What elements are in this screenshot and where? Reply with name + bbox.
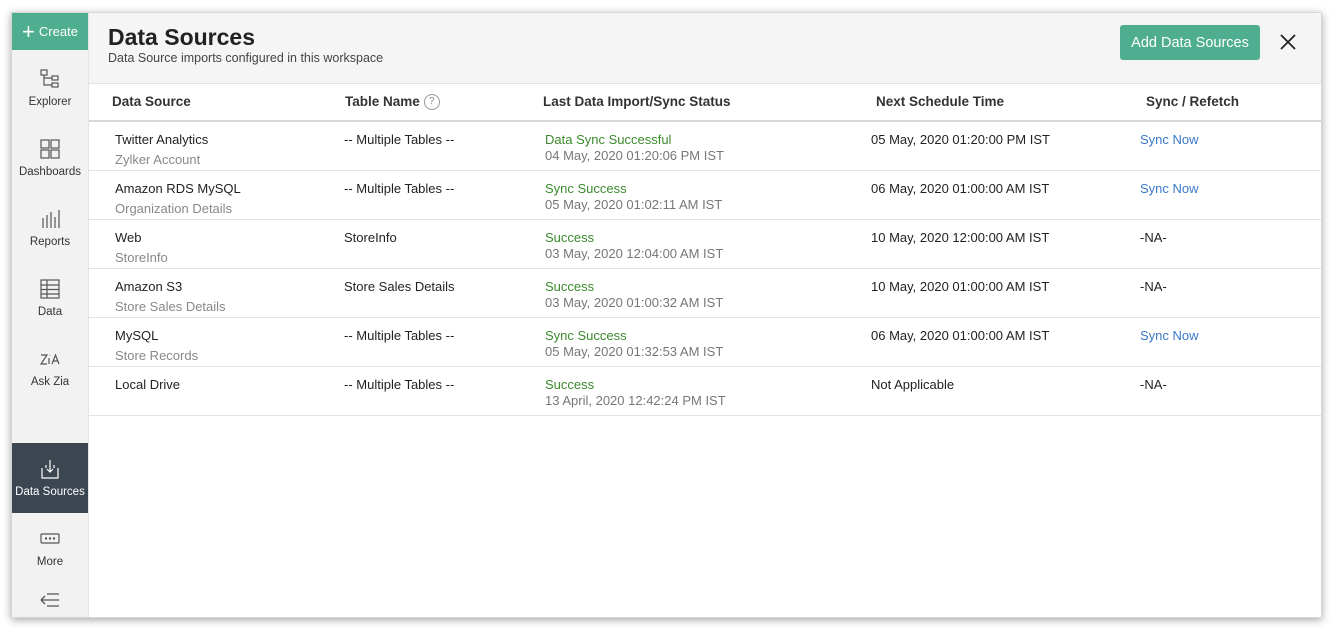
sidebar-item-label: Reports xyxy=(29,236,71,248)
sync-status: Data Sync Successful xyxy=(545,132,672,147)
data-sources-icon xyxy=(41,460,59,479)
data-source-subtitle: Organization Details xyxy=(115,201,233,216)
sync-not-available: -NA- xyxy=(1140,230,1167,245)
sidebar-item-dashboards[interactable]: Dashboards xyxy=(12,123,88,193)
collapse-sidebar-icon[interactable] xyxy=(38,591,62,609)
next-schedule-time: 06 May, 2020 01:00:00 AM IST xyxy=(871,181,1050,196)
column-header-data-source[interactable]: Data Source xyxy=(112,94,191,109)
sidebar: + Create Explorer Dashboards Reports Dat… xyxy=(12,13,89,617)
sidebar-item-explorer[interactable]: Explorer xyxy=(12,53,88,123)
main-content: Data Sources Data Source imports configu… xyxy=(89,13,1321,617)
sync-time: 05 May, 2020 01:02:11 AM IST xyxy=(545,197,723,212)
sidebar-item-label: Data Sources xyxy=(15,486,85,498)
column-header-sync-refetch[interactable]: Sync / Refetch xyxy=(1146,94,1239,109)
sidebar-item-ask-zia[interactable]: Ask Zia xyxy=(12,333,88,403)
create-button[interactable]: + Create xyxy=(12,13,88,50)
column-header-sync-status[interactable]: Last Data Import/Sync Status xyxy=(543,94,731,109)
data-source-subtitle: StoreInfo xyxy=(115,250,168,265)
sidebar-item-reports[interactable]: Reports xyxy=(12,193,88,263)
explorer-icon xyxy=(40,69,59,88)
sidebar-item-data-sources[interactable]: Data Sources xyxy=(12,443,88,513)
sidebar-item-label: More xyxy=(36,556,64,568)
next-schedule-time: 10 May, 2020 01:00:00 AM IST xyxy=(871,279,1050,294)
table-row[interactable]: Twitter Analytics Zylker Account -- Mult… xyxy=(89,122,1321,171)
column-header-label: Table Name xyxy=(345,94,420,109)
data-source-name: Twitter Analytics xyxy=(115,132,209,147)
table-header: Data Source Table Name? Last Data Import… xyxy=(89,84,1321,122)
table-name: -- Multiple Tables -- xyxy=(344,132,455,147)
table-name: Store Sales Details xyxy=(344,279,455,294)
page-subtitle: Data Source imports configured in this w… xyxy=(108,51,384,65)
data-source-subtitle: Zylker Account xyxy=(115,152,201,167)
data-source-name: Amazon S3 xyxy=(115,279,183,294)
sidebar-item-label: Dashboards xyxy=(18,166,81,178)
page-title: Data Sources xyxy=(108,24,256,50)
sidebar-item-label: Explorer xyxy=(28,96,72,108)
sync-status: Sync Success xyxy=(545,328,627,343)
sync-time: 04 May, 2020 01:20:06 PM IST xyxy=(545,148,724,163)
sync-time: 13 April, 2020 12:42:24 PM IST xyxy=(545,393,726,408)
table-name: StoreInfo xyxy=(344,230,397,245)
column-header-next-schedule[interactable]: Next Schedule Time xyxy=(876,94,1004,109)
sync-not-available: -NA- xyxy=(1140,377,1167,392)
table-row[interactable]: Amazon RDS MySQL Organization Details --… xyxy=(89,171,1321,220)
sync-time: 03 May, 2020 12:04:00 AM IST xyxy=(545,246,724,261)
data-source-rows: Twitter Analytics Zylker Account -- Mult… xyxy=(89,122,1321,416)
sync-status: Success xyxy=(545,279,595,294)
data-source-subtitle: Store Sales Details xyxy=(115,299,226,314)
sidebar-item-more[interactable]: More xyxy=(12,513,88,583)
help-icon[interactable]: ? xyxy=(423,94,440,111)
more-icon xyxy=(40,533,60,544)
table-row[interactable]: Local Drive -- Multiple Tables -- Succes… xyxy=(89,367,1321,416)
next-schedule-time: 06 May, 2020 01:00:00 AM IST xyxy=(871,328,1050,343)
sync-now-link[interactable]: Sync Now xyxy=(1140,132,1199,147)
close-icon[interactable] xyxy=(1278,32,1298,52)
add-data-sources-button[interactable]: Add Data Sources xyxy=(1120,25,1260,60)
sidebar-item-data[interactable]: Data xyxy=(12,263,88,333)
table-name: -- Multiple Tables -- xyxy=(344,328,455,343)
sync-status: Sync Success xyxy=(545,181,627,196)
next-schedule-time: 10 May, 2020 12:00:00 AM IST xyxy=(871,230,1050,245)
reports-icon xyxy=(42,210,60,228)
sync-time: 05 May, 2020 01:32:53 AM IST xyxy=(545,344,724,359)
data-source-name: Local Drive xyxy=(115,377,181,392)
data-source-name: MySQL xyxy=(115,328,159,343)
table-row[interactable]: Amazon S3 Store Sales Details Store Sale… xyxy=(89,269,1321,318)
table-name: -- Multiple Tables -- xyxy=(344,377,455,392)
data-table-icon xyxy=(40,279,60,299)
create-label: Create xyxy=(38,24,78,39)
sidebar-item-label: Data xyxy=(37,306,63,318)
data-source-subtitle: Store Records xyxy=(115,348,199,363)
table-row[interactable]: Web StoreInfo StoreInfo Success 03 May, … xyxy=(89,220,1321,269)
page-header: Data Sources Data Source imports configu… xyxy=(89,13,1321,84)
sync-status: Success xyxy=(545,230,595,245)
sync-time: 03 May, 2020 01:00:32 AM IST xyxy=(545,295,724,310)
plus-icon: + xyxy=(22,18,35,44)
sync-not-available: -NA- xyxy=(1140,279,1167,294)
column-header-table-name[interactable]: Table Name? xyxy=(345,94,440,111)
dashboards-icon xyxy=(40,139,60,159)
data-sources-window: + Create Explorer Dashboards Reports Dat… xyxy=(11,12,1322,618)
table-name: -- Multiple Tables -- xyxy=(344,181,455,196)
data-source-name: Amazon RDS MySQL xyxy=(115,181,241,196)
table-row[interactable]: MySQL Store Records -- Multiple Tables -… xyxy=(89,318,1321,367)
sync-now-link[interactable]: Sync Now xyxy=(1140,328,1199,343)
data-source-name: Web xyxy=(115,230,142,245)
sidebar-item-label: Ask Zia xyxy=(30,376,70,388)
next-schedule-time: Not Applicable xyxy=(871,377,955,392)
sync-status: Success xyxy=(545,377,595,392)
ask-zia-icon xyxy=(39,353,60,365)
next-schedule-time: 05 May, 2020 01:20:00 PM IST xyxy=(871,132,1050,147)
sync-now-link[interactable]: Sync Now xyxy=(1140,181,1199,196)
